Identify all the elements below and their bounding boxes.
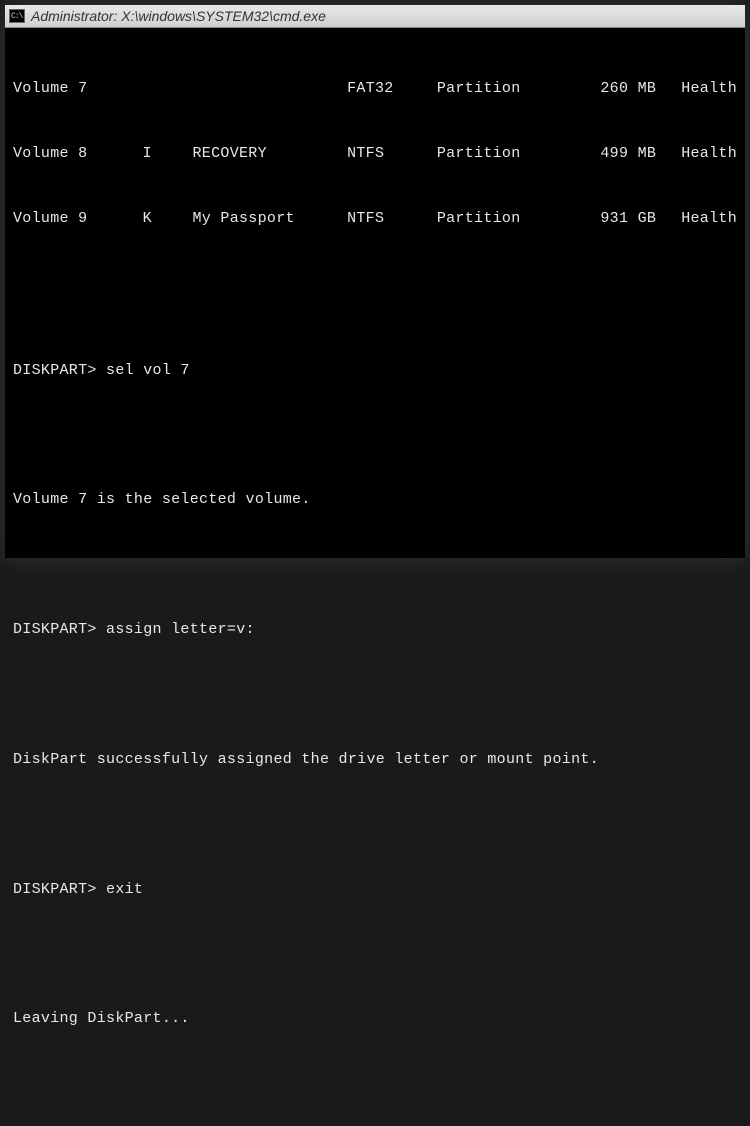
response-line: Volume 7 is the selected volume.	[13, 489, 737, 511]
vol-num: Volume 8	[13, 143, 143, 165]
vol-size: 260 MB	[586, 78, 681, 100]
vol-type: Partition	[437, 78, 587, 100]
vol-size: 499 MB	[586, 143, 681, 165]
blank-line	[13, 425, 737, 446]
prompt-line: DISKPART> exit	[13, 879, 737, 901]
vol-num: Volume 7	[13, 78, 143, 100]
cmd-window: C:\ Administrator: X:\windows\SYSTEM32\c…	[5, 5, 745, 558]
vol-fs: NTFS	[347, 208, 437, 230]
vol-letter	[143, 78, 193, 100]
vol-type: Partition	[437, 208, 587, 230]
title-bar[interactable]: C:\ Administrator: X:\windows\SYSTEM32\c…	[5, 5, 745, 28]
vol-size: 931 GB	[586, 208, 681, 230]
response-line: DiskPart successfully assigned the drive…	[13, 749, 737, 771]
vol-type: Partition	[437, 143, 587, 165]
volume-row: Volume 9 K My Passport NTFS Partition 93…	[13, 208, 737, 230]
vol-letter: K	[143, 208, 193, 230]
vol-status: Health	[681, 143, 737, 165]
cmd-icon: C:\	[9, 9, 25, 23]
blank-line	[13, 684, 737, 705]
blank-line	[13, 1074, 737, 1095]
response-line: Leaving DiskPart...	[13, 1008, 737, 1030]
vol-letter: I	[143, 143, 193, 165]
vol-fs: FAT32	[347, 78, 437, 100]
vol-label: My Passport	[193, 208, 348, 230]
window-title: Administrator: X:\windows\SYSTEM32\cmd.e…	[31, 8, 326, 24]
volume-row: Volume 8 I RECOVERY NTFS Partition 499 M…	[13, 143, 737, 165]
blank-line	[13, 295, 737, 316]
volume-row: Volume 7 FAT32 Partition 260 MB Health	[13, 78, 737, 100]
vol-label	[193, 78, 348, 100]
blank-line	[13, 555, 737, 576]
vol-status: Health	[681, 78, 737, 100]
vol-status: Health	[681, 208, 737, 230]
console-output[interactable]: Volume 7 FAT32 Partition 260 MB Health V…	[5, 28, 745, 1126]
blank-line	[13, 944, 737, 965]
vol-num: Volume 9	[13, 208, 143, 230]
vol-fs: NTFS	[347, 143, 437, 165]
blank-line	[13, 814, 737, 835]
vol-label: RECOVERY	[193, 143, 348, 165]
prompt-line: DISKPART> sel vol 7	[13, 360, 737, 382]
prompt-line: DISKPART> assign letter=v:	[13, 619, 737, 641]
